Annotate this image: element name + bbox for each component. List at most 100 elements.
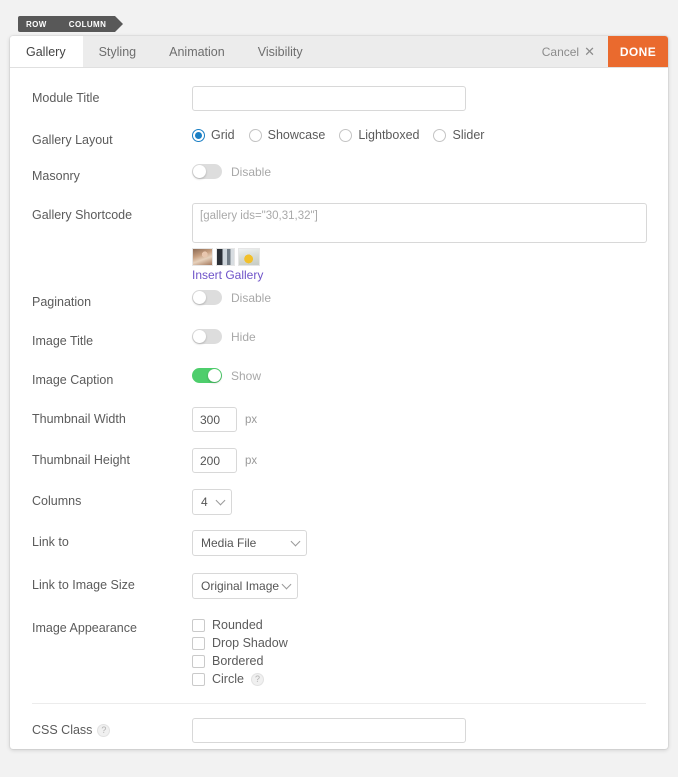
gallery-settings-form: Module Title Gallery Layout Grid Showcas…	[10, 68, 668, 749]
gallery-layout-label: Gallery Layout	[32, 133, 113, 147]
cancel-button[interactable]: Cancel ✕	[529, 36, 608, 67]
thumbnail-width-control: px	[192, 407, 646, 432]
gallery-thumb-3[interactable]	[238, 248, 260, 266]
pagination-state-label: Disable	[231, 290, 272, 305]
field-gallery-shortcode: Gallery Shortcode Insert Gallery	[32, 203, 647, 282]
field-thumbnail-width: Thumbnail Width px	[32, 407, 646, 439]
image-title-label: Image Title	[32, 334, 94, 348]
radio-slider-dot	[433, 128, 447, 142]
radio-slider-label: Slider	[452, 128, 485, 142]
columns-select-value: 4	[201, 495, 208, 509]
link-to-label: Link to	[32, 535, 69, 549]
masonry-state-label: Disable	[231, 164, 272, 179]
masonry-toggle-wrap: Disable	[192, 164, 271, 179]
field-image-title: Image Title Hide	[32, 329, 646, 361]
masonry-toggle[interactable]	[192, 164, 222, 179]
gallery-thumb-1[interactable]	[192, 248, 213, 266]
checkbox-rounded-box	[192, 618, 205, 632]
image-caption-toggle[interactable]	[192, 368, 222, 383]
radio-showcase[interactable]: Showcase	[248, 128, 326, 142]
masonry-control: Disable	[192, 164, 646, 179]
image-caption-label: Image Caption	[32, 373, 114, 387]
image-title-toggle-wrap: Hide	[192, 329, 256, 344]
breadcrumb-item-row[interactable]: ROW	[18, 16, 63, 32]
insert-gallery-link[interactable]: Insert Gallery	[192, 268, 263, 282]
checkbox-circle[interactable]: Circle ?	[192, 672, 288, 686]
breadcrumb-label-row: ROW	[26, 19, 47, 29]
tab-bar: Gallery Styling Animation Visibility Can…	[10, 36, 668, 68]
gallery-thumbnail-strip	[192, 248, 260, 266]
tab-gallery[interactable]: Gallery	[10, 36, 83, 67]
tab-animation-label: Animation	[169, 44, 225, 59]
help-icon-circle[interactable]: ?	[250, 672, 264, 686]
radio-grid-label: Grid	[211, 128, 235, 142]
pagination-toggle-wrap: Disable	[192, 290, 271, 305]
link-to-select[interactable]: Media File	[192, 530, 307, 556]
checkbox-rounded[interactable]: Rounded	[192, 618, 288, 632]
breadcrumb-item-column[interactable]: COLUMN	[55, 16, 123, 32]
pagination-toggle[interactable]	[192, 290, 222, 305]
radio-showcase-label: Showcase	[267, 128, 326, 142]
radio-lightboxed-label: Lightboxed	[358, 128, 420, 142]
masonry-label: Masonry	[32, 169, 80, 183]
field-masonry: Masonry Disable	[32, 164, 646, 196]
image-caption-toggle-knob	[208, 369, 221, 382]
columns-select[interactable]: 4	[192, 489, 232, 515]
radio-slider[interactable]: Slider	[433, 128, 484, 142]
css-class-input[interactable]	[192, 718, 466, 743]
field-image-caption: Image Caption Show	[32, 368, 646, 400]
link-to-image-size-control: Original Image	[192, 573, 646, 599]
columns-label: Columns	[32, 494, 82, 508]
gallery-shortcode-textarea[interactable]	[192, 203, 647, 243]
thumbnail-width-unit: px	[245, 413, 258, 426]
checkbox-rounded-label: Rounded	[212, 618, 263, 632]
link-to-control: Media File	[192, 530, 646, 556]
css-class-label-text: CSS Class	[32, 723, 93, 737]
done-button[interactable]: DONE	[608, 36, 668, 67]
tab-gallery-label: Gallery	[26, 44, 66, 59]
tab-bar-spacer	[320, 36, 529, 67]
css-class-label: CSS Class ?	[32, 718, 192, 737]
tab-styling[interactable]: Styling	[83, 36, 154, 67]
gallery-shortcode-label: Gallery Shortcode	[32, 208, 133, 222]
field-gallery-layout: Gallery Layout Grid Showcase Lightboxed …	[32, 128, 646, 160]
image-title-toggle-knob	[193, 330, 206, 343]
close-icon: ✕	[584, 44, 595, 59]
breadcrumb: ROW COLUMN	[18, 16, 123, 32]
image-title-toggle[interactable]	[192, 329, 222, 344]
checkbox-bordered-box	[192, 654, 205, 668]
radio-lightboxed[interactable]: Lightboxed	[339, 128, 419, 142]
help-icon-css-class[interactable]: ?	[97, 723, 111, 737]
image-title-state-label: Hide	[231, 329, 256, 344]
image-appearance-label: Image Appearance	[32, 621, 137, 635]
link-to-image-size-select[interactable]: Original Image	[192, 573, 298, 599]
gallery-thumb-2[interactable]	[216, 248, 235, 266]
checkbox-circle-box	[192, 672, 205, 686]
done-label: DONE	[619, 44, 657, 59]
checkbox-bordered-label: Bordered	[212, 654, 264, 668]
field-image-appearance: Image Appearance Rounded Drop Shadow Bor…	[32, 616, 646, 686]
tab-animation[interactable]: Animation	[153, 36, 242, 67]
columns-control: 4	[192, 489, 646, 515]
breadcrumb-label-column: COLUMN	[68, 19, 107, 29]
checkbox-bordered[interactable]: Bordered	[192, 654, 288, 668]
checkbox-drop-shadow[interactable]: Drop Shadow	[192, 636, 288, 650]
thumbnail-height-label: Thumbnail Height	[32, 453, 130, 467]
pagination-control: Disable	[192, 290, 646, 305]
image-caption-toggle-wrap: Show	[192, 368, 261, 383]
chevron-down-icon	[281, 579, 292, 590]
image-appearance-checkbox-group: Rounded Drop Shadow Bordered Circle ?	[192, 616, 288, 686]
thumbnail-height-control: px	[192, 448, 646, 473]
gallery-layout-control: Grid Showcase Lightboxed Slider	[192, 128, 646, 142]
tab-visibility[interactable]: Visibility	[242, 36, 320, 67]
chevron-down-icon	[290, 536, 301, 547]
thumbnail-width-input[interactable]	[192, 407, 237, 432]
thumbnail-height-input[interactable]	[192, 448, 237, 473]
link-to-image-size-select-value: Original Image	[201, 579, 280, 593]
field-columns: Columns 4	[32, 489, 646, 521]
image-caption-state-label: Show	[231, 368, 262, 383]
radio-grid[interactable]: Grid	[192, 128, 235, 142]
module-title-input[interactable]	[192, 86, 466, 111]
checkbox-circle-label: Circle	[212, 672, 244, 686]
